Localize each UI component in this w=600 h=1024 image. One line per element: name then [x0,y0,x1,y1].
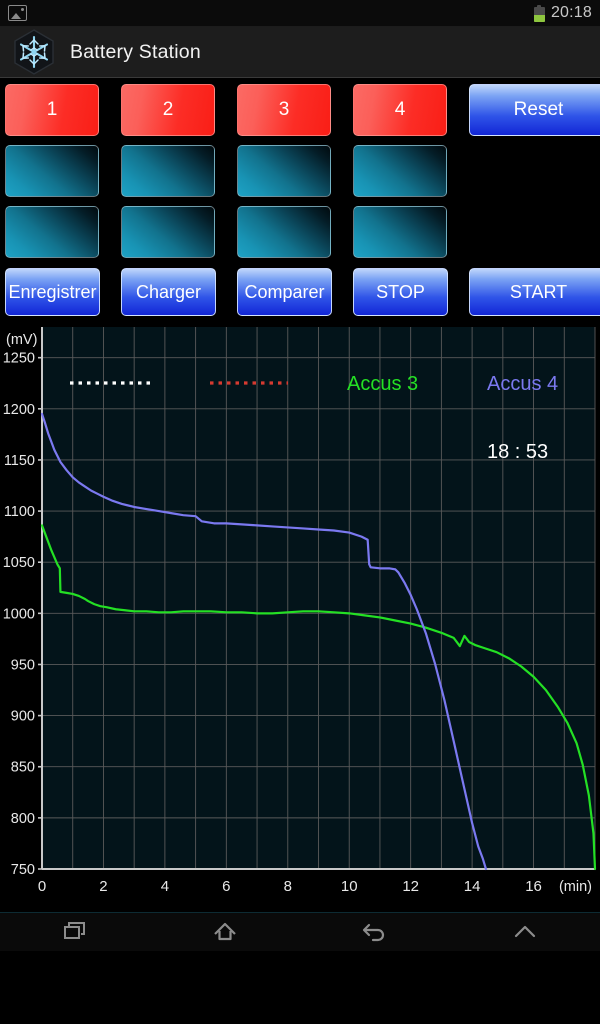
snowflake-icon [10,28,58,76]
plot-background [41,327,595,869]
slot-status-row-2 [5,206,595,258]
y-tick-label: 1250 [3,351,35,367]
capacity-2-cell [121,206,237,258]
battery-icon [533,4,545,22]
slot-2-button[interactable]: 2 [121,84,215,136]
voltage-chart-panel[interactable]: 750 800 850 900 950 1000 1050 1100 1150 1200 1250 (… [0,322,600,951]
x-tick-label: 10 [341,878,358,895]
slot-2-status-button[interactable] [121,145,215,197]
x-tick-label: 6 [222,878,230,895]
y-tick-label: 1050 [3,555,35,571]
stop-cell: STOP [353,268,469,316]
back-icon [362,923,385,942]
expand-button[interactable] [480,913,570,952]
y-tick-label: 1100 [4,504,35,520]
slot-3-button[interactable]: 3 [237,84,331,136]
slot-status-row-1 [5,145,595,197]
compare-button[interactable]: Comparer [237,268,332,316]
slot-4-capacity-button[interactable] [353,206,447,258]
y-tick-label: 750 [11,862,35,878]
x-tick-label: 0 [38,878,46,895]
status-bar-left [8,5,534,21]
elapsed-timer: 18 : 53 [487,441,548,463]
slot-1-cell: 1 [5,84,121,136]
x-tick-label: 8 [284,878,292,895]
slot-4-button[interactable]: 4 [353,84,447,136]
y-tick-label: 800 [11,811,35,827]
y-tick-label: 950 [11,657,35,673]
status-4-cell [353,145,469,197]
slot-2-cell: 2 [121,84,237,136]
slot-4-status-button[interactable] [353,145,447,197]
start-button[interactable]: START [469,268,600,316]
x-tick-label: 12 [402,878,419,895]
status-bar-right: 20:18 [533,4,592,22]
status-1-cell [5,145,121,197]
status-bar: 20:18 [0,0,600,27]
chevron-up-icon [514,925,536,938]
home-icon [214,922,236,941]
capacity-1-cell [5,206,121,258]
save-cell: Enregistrer [5,268,121,316]
x-tick-label: 2 [99,878,107,895]
slot-2-capacity-button[interactable] [121,206,215,258]
android-navigation-bar [0,912,600,951]
x-tick-label: 16 [525,878,542,895]
status-3-cell [237,145,353,197]
load-button[interactable]: Charger [121,268,216,316]
compare-cell: Comparer [237,268,353,316]
reset-cell: Reset [469,84,600,136]
slot-1-status-button[interactable] [5,145,99,197]
y-tick-label: 1150 [4,453,35,469]
slot-number-row: 1 2 3 4 Reset [5,84,600,136]
home-button[interactable] [180,913,270,952]
image-icon [8,5,27,21]
x-tick-label: 4 [161,878,169,895]
app-title-bar: Battery Station [0,27,600,78]
recents-button[interactable] [30,913,120,952]
slot-1-capacity-button[interactable] [5,206,99,258]
status-row-1-spacer [469,145,585,197]
y-tick-label: 850 [11,760,35,776]
load-cell: Charger [121,268,237,316]
slot-1-button[interactable]: 1 [5,84,99,136]
legend-label-accus-4: Accus 4 [487,373,558,395]
legend-label-accus-3: Accus 3 [347,373,418,395]
status-2-cell [121,145,237,197]
control-panel: 1 2 3 4 Reset Enregistrer Charger Compar… [0,78,600,316]
x-axis-label: (min) [559,879,592,895]
x-tick-label: 14 [464,878,481,895]
start-cell: START [469,268,600,316]
slot-3-capacity-button[interactable] [237,206,331,258]
action-button-row: Enregistrer Charger Comparer STOP START [5,268,600,316]
status-bar-clock: 20:18 [550,4,592,21]
recents-icon [64,922,85,939]
slot-3-status-button[interactable] [237,145,331,197]
y-axis-label: (mV) [6,332,37,348]
slot-4-cell: 4 [353,84,469,136]
y-tick-label: 1000 [3,606,35,622]
save-button[interactable]: Enregistrer [5,268,100,316]
slot-3-cell: 3 [237,84,353,136]
reset-button[interactable]: Reset [469,84,600,136]
stop-button[interactable]: STOP [353,268,448,316]
capacity-4-cell [353,206,469,258]
voltage-chart[interactable]: 750 800 850 900 950 1000 1050 1100 1150 1200 1250 (… [0,322,600,912]
y-tick-label: 1200 [3,402,35,418]
back-button[interactable] [330,913,420,952]
status-row-2-spacer [469,206,585,258]
y-tick-label: 900 [11,709,35,725]
page-title: Battery Station [70,40,201,63]
capacity-3-cell [237,206,353,258]
